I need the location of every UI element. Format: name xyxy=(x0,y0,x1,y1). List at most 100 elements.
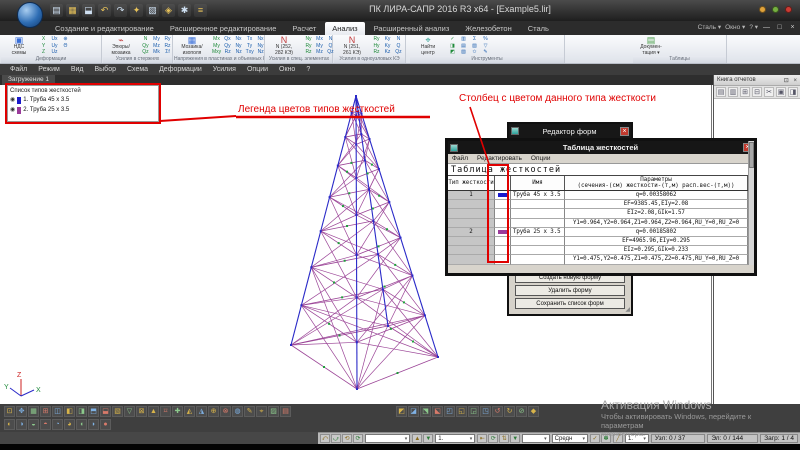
toolbar-icon[interactable]: ◕ xyxy=(64,419,75,430)
ribbon-mini-button[interactable]: ✩ xyxy=(470,49,479,56)
toolbar-icon[interactable]: ▨ xyxy=(268,406,279,417)
toolbar-icon[interactable]: ▤ xyxy=(280,406,291,417)
ribbon-mini-button[interactable]: Rz xyxy=(372,49,381,56)
toolbar-icon[interactable]: ◒ xyxy=(28,419,39,430)
ribbon-mini-button[interactable]: Mk xyxy=(152,49,161,56)
toolbar-icon[interactable]: ⬓ xyxy=(100,406,111,417)
toolbar-icon[interactable]: ◖ xyxy=(76,419,87,430)
toolbar-icon[interactable]: ⊗ xyxy=(220,406,231,417)
status-icon[interactable]: ▼ xyxy=(423,434,433,443)
status-icon[interactable]: ⟲ xyxy=(342,434,352,443)
toolbar-icon[interactable]: ◱ xyxy=(456,406,467,417)
ribbon-big-button[interactable]: ⌁Эпюры/мозаика xyxy=(105,36,137,56)
toolbar-icon[interactable]: ● xyxy=(100,419,111,430)
toolbar-icon[interactable]: ⊞ xyxy=(40,406,51,417)
quick-access-icon[interactable]: ✱ xyxy=(178,4,191,17)
ribbon-mini-button[interactable]: ▨ xyxy=(459,49,468,56)
resize-grip[interactable]: ◢ xyxy=(625,306,630,313)
dialog-menu-item[interactable]: Опции xyxy=(531,155,551,162)
status-icon[interactable]: ▲ xyxy=(412,434,422,443)
toolbar-icon[interactable]: ◪ xyxy=(408,406,419,417)
toolbar-icon[interactable]: ↺ xyxy=(492,406,503,417)
toolbar-icon[interactable]: ◭ xyxy=(184,406,195,417)
ribbon-tab[interactable]: Анализ xyxy=(325,22,364,35)
toolbar-icon[interactable]: ◲ xyxy=(468,406,479,417)
ribbon-big-button[interactable]: ▤Докумен-тация ▾ xyxy=(635,36,667,56)
dialog-menu-item[interactable]: Файл xyxy=(452,155,468,162)
toolbar-icon[interactable]: ⊠ xyxy=(136,406,147,417)
quick-access-icon[interactable]: ▤ xyxy=(50,4,63,17)
status-icon[interactable]: ⟳ xyxy=(488,434,498,443)
report-toolbar-icon[interactable]: ⊞ xyxy=(740,87,750,97)
quick-access-icon[interactable]: ▧ xyxy=(146,4,159,17)
toolbar-icon[interactable]: ◫ xyxy=(52,406,63,417)
ribbon-mini-button[interactable]: Rz xyxy=(223,49,232,56)
close-icon[interactable]: × xyxy=(620,127,629,136)
menu-item[interactable]: Файл xyxy=(10,66,27,73)
window-menu-item[interactable]: Окно ▾ xyxy=(725,23,745,31)
toolbar-icon[interactable]: ◩ xyxy=(396,406,407,417)
dialog-titlebar[interactable]: Таблица жесткостей × xyxy=(448,141,754,154)
ribbon-tab[interactable]: Расчет xyxy=(285,22,323,35)
ribbon-big-button[interactable]: ▦Мозаика/изополя xyxy=(176,36,208,56)
ribbon-tab[interactable]: Сталь xyxy=(521,22,556,35)
menu-item[interactable]: Схема xyxy=(127,66,148,73)
menu-item[interactable]: Окно xyxy=(279,66,295,73)
toolbar-icon[interactable]: ▽ xyxy=(124,406,135,417)
toolbar-icon[interactable]: ↻ xyxy=(504,406,515,417)
window-button[interactable] xyxy=(772,6,779,13)
toolbar-icon[interactable]: ⌑ xyxy=(160,406,171,417)
dialog-menu-item[interactable]: Редактировать xyxy=(477,155,522,162)
status-combo-2[interactable]: 1.▾ xyxy=(435,434,475,443)
app-logo-icon[interactable] xyxy=(17,2,43,28)
toolbar-icon[interactable]: ◳ xyxy=(480,406,491,417)
quick-access-icon[interactable]: ▦ xyxy=(66,4,79,17)
toolbar-icon[interactable]: ◮ xyxy=(196,406,207,417)
toolbar-icon[interactable]: ▦ xyxy=(28,406,39,417)
ribbon-big-button[interactable]: NN (252,282 КЭ) xyxy=(268,36,300,56)
ribbon-tab[interactable]: Создание и редактирование xyxy=(48,22,161,35)
quick-access-icon[interactable]: ↷ xyxy=(114,4,127,17)
toolbar-icon[interactable]: ◍ xyxy=(232,406,243,417)
toolbar-icon[interactable]: ✚ xyxy=(172,406,183,417)
toolbar-icon[interactable]: ◓ xyxy=(40,419,51,430)
status-combo-3[interactable]: ▾ xyxy=(522,434,549,443)
ribbon-mini-button[interactable] xyxy=(61,49,70,56)
status-combo-1[interactable]: ▾ xyxy=(365,434,410,443)
status-icon[interactable]: ▼ xyxy=(510,434,520,443)
menu-item[interactable]: ? xyxy=(306,66,310,73)
toolbar-icon[interactable]: ▲ xyxy=(148,406,159,417)
report-toolbar-icon[interactable]: ◨ xyxy=(788,87,798,97)
menu-item[interactable]: Опции xyxy=(247,66,268,73)
ribbon-mini-button[interactable]: Mxy xyxy=(212,49,221,56)
reports-panel-titlebar[interactable]: Книга отчетов ⊡ × xyxy=(714,75,800,86)
report-toolbar-icon[interactable]: ▥ xyxy=(728,87,738,97)
ribbon-mini-button[interactable]: Uz xyxy=(50,49,59,56)
status-icon[interactable]: ⇤ xyxy=(477,434,487,443)
menu-item[interactable]: Деформации xyxy=(159,66,202,73)
ribbon-mini-button[interactable]: Qz xyxy=(394,49,403,56)
quick-access-icon[interactable]: ◈ xyxy=(162,4,175,17)
ribbon-mini-button[interactable]: Nz xyxy=(234,49,243,56)
report-toolbar-icon[interactable]: ✂ xyxy=(764,87,774,97)
toolbar-icon[interactable]: ⬔ xyxy=(420,406,431,417)
report-toolbar-icon[interactable]: ▣ xyxy=(776,87,786,97)
ribbon-tab[interactable]: Расширенное редактирование xyxy=(163,22,284,35)
child-window-button[interactable]: □ xyxy=(775,24,784,31)
ribbon-mini-button[interactable]: ◩ xyxy=(448,49,457,56)
window-menu-item[interactable]: Сталь ▾ xyxy=(698,23,721,31)
ribbon-tab[interactable]: Железобетон xyxy=(458,22,518,35)
pin-icon[interactable]: ⊡ xyxy=(784,78,789,84)
forms-editor-button[interactable]: Сохранить список форм xyxy=(515,298,625,309)
ribbon-big-button[interactable]: NN (251,261 КЭ) xyxy=(336,36,368,56)
ribbon-mini-button[interactable]: Σf xyxy=(163,49,172,56)
toolbar-icon[interactable]: ▧ xyxy=(112,406,123,417)
menu-item[interactable]: Вид xyxy=(71,66,84,73)
toolbar-icon[interactable]: ◐ xyxy=(4,419,15,430)
ribbon-mini-button[interactable]: Rz xyxy=(304,49,313,56)
scrollbar-thumb[interactable] xyxy=(749,142,754,168)
status-icon[interactable]: ⇅ xyxy=(499,434,509,443)
toolbar-icon[interactable]: ⬕ xyxy=(432,406,443,417)
toolbar-icon[interactable]: ◆ xyxy=(528,406,539,417)
toolbar-icon[interactable]: ✎ xyxy=(244,406,255,417)
